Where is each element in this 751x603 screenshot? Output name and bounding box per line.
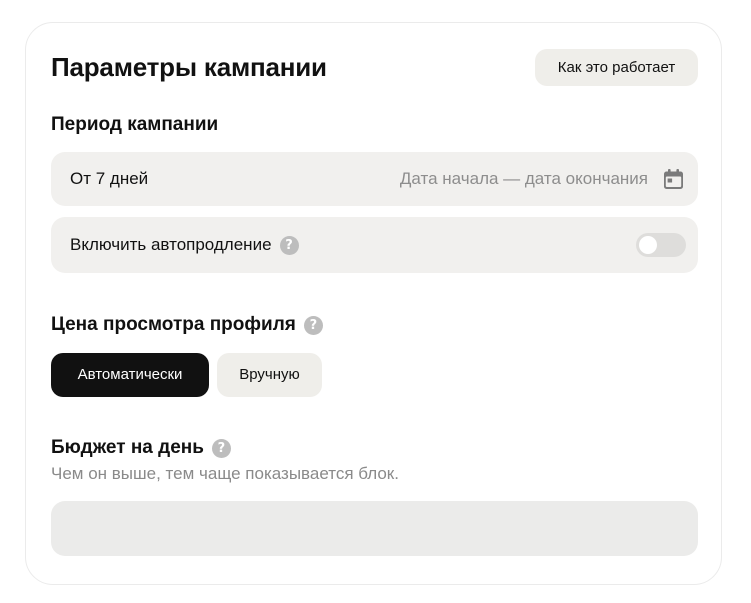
help-icon[interactable]: ?: [303, 315, 323, 335]
auto-renew-label-group: Включить автопродление ?: [70, 217, 299, 273]
toggle-knob: [639, 236, 657, 254]
period-label: Период кампании: [51, 114, 219, 135]
price-label: Цена просмотра профиля: [51, 314, 296, 335]
auto-renew-toggle[interactable]: [636, 233, 686, 257]
period-section-label: Период кампании: [51, 113, 218, 137]
campaign-settings-card: Параметры кампании Как это работает Пери…: [25, 22, 722, 585]
price-section-label: Цена просмотра профиля ?: [51, 313, 323, 337]
budget-label: Бюджет на день: [51, 437, 204, 458]
date-range-placeholder: Дата начала — дата окончания: [399, 169, 648, 188]
price-option-manual[interactable]: Вручную: [217, 353, 322, 397]
budget-section-label: Бюджет на день ?: [51, 436, 231, 460]
help-icon[interactable]: ?: [211, 438, 231, 458]
daily-budget-input[interactable]: [51, 501, 698, 556]
budget-hint: Чем он выше, тем чаще показывается блок.: [51, 464, 399, 483]
help-icon[interactable]: ?: [279, 235, 299, 255]
auto-renew-label: Включить автопродление: [70, 235, 272, 254]
how-it-works-button[interactable]: Как это работает: [535, 49, 698, 86]
price-option-automatic[interactable]: Автоматически: [51, 353, 209, 397]
period-min-duration: От 7 дней: [70, 169, 149, 188]
page-title: Параметры кампании: [51, 52, 327, 82]
auto-renew-row: Включить автопродление ?: [51, 217, 698, 273]
calendar-icon[interactable]: [664, 169, 683, 189]
campaign-period-picker[interactable]: От 7 дней Дата начала — дата окончания: [51, 152, 698, 206]
